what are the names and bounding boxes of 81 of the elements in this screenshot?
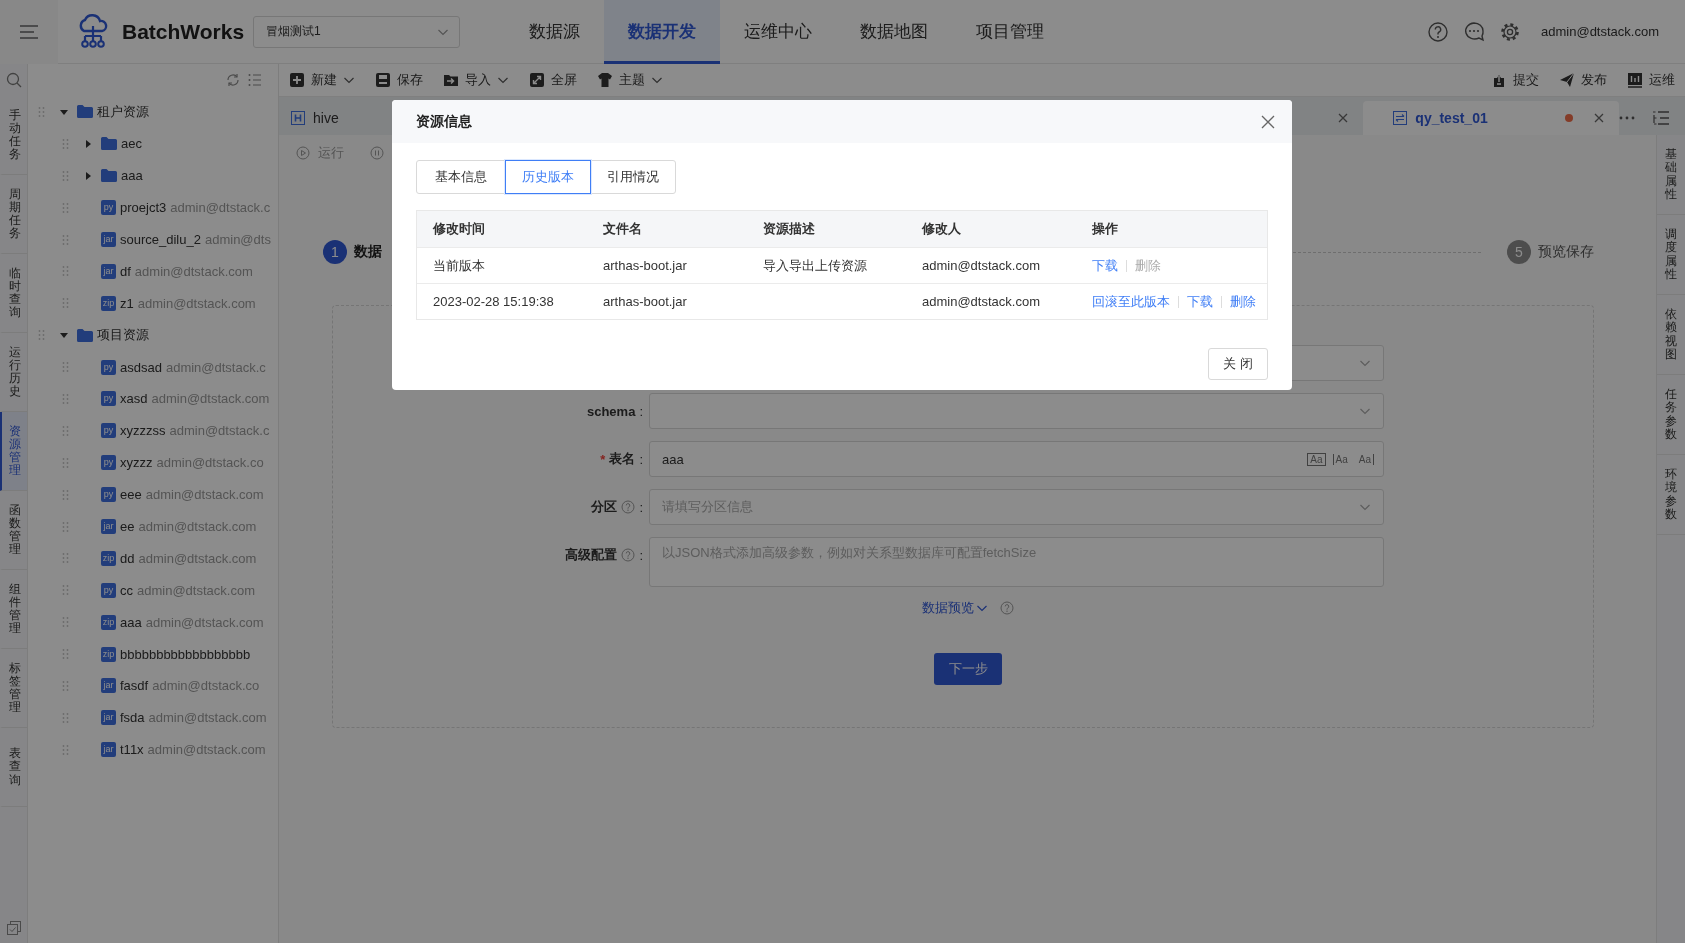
file-type-badge: py [101, 200, 116, 216]
item-owner: admin@dtstack.c [169, 423, 270, 439]
file-type-badge: zip [101, 646, 116, 662]
column-header: 修改人 [920, 220, 962, 238]
file-type-badge: zip [101, 295, 116, 311]
item-name: t11x [120, 742, 144, 758]
item-owner: admin@dtstack.com [134, 263, 253, 279]
item-owner: admin@dtstack.com [138, 519, 257, 534]
step-title: 数据 [354, 243, 382, 261]
field-label: 表名 [609, 450, 636, 468]
file-type-badge: py [101, 487, 116, 503]
table-cell-text: admin@dtstack.com [921, 294, 1041, 309]
item-owner: admin@dtstack.c [170, 200, 271, 216]
item-name: z1 [120, 295, 134, 311]
item-owner: admin@dts [204, 232, 271, 247]
label-colon: : [639, 499, 643, 515]
required-mark: * [600, 451, 606, 467]
file-type-badge: jar [101, 263, 116, 279]
table-cell-text: 2023-02-28 15:19:38 [432, 294, 555, 309]
file-type-badge: py [101, 391, 116, 407]
item-owner: admin@dtstack.com [145, 614, 264, 630]
item-name: fsda [120, 710, 145, 726]
item-owner: admin@dtstack.com [151, 391, 270, 407]
label-colon: : [639, 451, 643, 467]
item-name: df [120, 263, 131, 279]
field-label: schema [586, 403, 636, 419]
file-type-badge: jar [101, 710, 116, 726]
item-name: aaa [120, 614, 142, 630]
item-name: dd [120, 550, 135, 566]
item-owner: admin@dtstack.com [148, 710, 267, 726]
item-owner: admin@dtstack.com [145, 487, 264, 503]
file-type-badge: py [101, 582, 116, 598]
table-cell-text: admin@dtstack.com [921, 258, 1041, 273]
table-cell-text: 当前版本 [432, 256, 486, 275]
field-label: 分区 [591, 498, 618, 516]
label-colon: : [639, 403, 643, 419]
step-number: 1 [323, 240, 347, 264]
item-owner: admin@dtstack.com [147, 742, 266, 758]
item-name: fasdf [120, 678, 149, 694]
item-name: aaa [121, 168, 143, 184]
item-name: xyzzz [120, 455, 153, 471]
step-title: 预览保存 [1538, 243, 1594, 261]
item-name: asdsad [120, 359, 162, 375]
item-name: 项目资源 [97, 326, 149, 345]
column-header: 修改时间 [431, 220, 486, 238]
column-header: 资源描述 [762, 220, 816, 238]
table-cell-text: arthas-boot.jar [602, 294, 688, 309]
table-cell-text: 导入导出上传资源 [762, 256, 868, 275]
item-name: source_dilu_2 [120, 232, 201, 247]
item-name: proejct3 [120, 200, 167, 216]
item-owner: admin@dtstack.com [138, 550, 257, 566]
item-name: 租户资源 [97, 102, 149, 121]
dialog-title: 资源信息 [416, 112, 472, 131]
column-header: 操作 [1091, 220, 1119, 238]
app-logo-text: BatchWorks [122, 19, 245, 44]
file-type-badge: py [101, 423, 116, 439]
file-type-badge: jar [101, 232, 116, 247]
step-number: 5 [1507, 240, 1531, 264]
item-name: ee [120, 519, 135, 534]
file-type-badge: jar [101, 519, 116, 534]
item-owner: admin@dtstack.com [137, 295, 256, 311]
item-name: cc [120, 582, 133, 598]
label-colon: : [639, 547, 643, 563]
field-label: 高级配置 [565, 546, 618, 564]
item-owner: admin@dtstack.co [152, 678, 260, 694]
file-type-badge: jar [101, 678, 116, 694]
item-name: xasd [120, 391, 148, 407]
item-name: bbbbbbbbbbbbbbbbbb [120, 646, 251, 662]
file-type-badge: py [101, 359, 116, 375]
item-name: aec [121, 136, 142, 152]
item-name: eee [120, 487, 142, 503]
file-type-badge: zip [101, 614, 116, 630]
file-type-badge: jar [101, 742, 116, 758]
table-cell-text: arthas-boot.jar [602, 258, 688, 273]
item-owner: admin@dtstack.com [137, 582, 255, 598]
item-name: xyzzzss [120, 423, 166, 439]
column-header: 文件名 [602, 220, 643, 238]
file-type-badge: py [101, 455, 116, 471]
item-owner: admin@dtstack.c [165, 359, 266, 375]
file-type-badge: zip [101, 550, 116, 566]
item-owner: admin@dtstack.co [156, 455, 264, 471]
